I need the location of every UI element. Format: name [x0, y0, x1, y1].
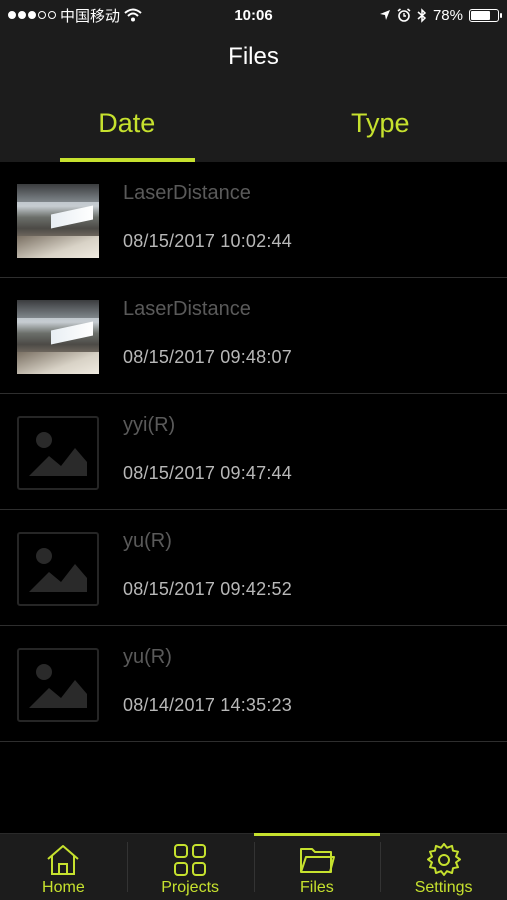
- list-item[interactable]: yyi(R) 08/15/2017 09:47:44: [0, 394, 507, 510]
- battery-percent: 78%: [432, 6, 463, 24]
- navigation-bar: Files: [0, 30, 507, 84]
- tab-settings[interactable]: Settings: [380, 834, 507, 900]
- sort-tabs: Date Type: [0, 84, 507, 162]
- file-name: LaserDistance: [123, 298, 251, 320]
- tab-projects[interactable]: Projects: [126, 834, 254, 900]
- file-date: 08/14/2017 14:35:23: [123, 695, 292, 715]
- grid-icon: [174, 844, 207, 876]
- list-item[interactable]: LaserDistance 08/15/2017 09:48:07: [0, 278, 507, 394]
- file-name: yu(R): [123, 530, 172, 552]
- file-date: 08/15/2017 10:02:44: [123, 231, 292, 251]
- gear-icon: [426, 843, 461, 876]
- image-placeholder-icon: [17, 532, 99, 606]
- carrier-name: 中国移动: [60, 7, 121, 25]
- alarm-icon: [397, 8, 411, 22]
- tab-settings-label: Settings: [414, 879, 473, 896]
- image-placeholder-icon: [17, 416, 99, 490]
- location-arrow-icon: [379, 10, 390, 20]
- tab-files[interactable]: Files: [253, 833, 381, 900]
- file-name: LaserDistance: [123, 182, 251, 204]
- tab-type[interactable]: Type: [254, 84, 507, 162]
- image-placeholder-icon: [17, 648, 99, 722]
- file-thumbnail: [17, 184, 99, 258]
- list-item[interactable]: LaserDistance 08/15/2017 10:02:44: [0, 162, 507, 278]
- tab-date-label: Date: [98, 107, 156, 138]
- bottom-tab-bar: Home Projects Files Settings: [0, 833, 507, 900]
- file-name: yyi(R): [123, 414, 176, 436]
- status-bar: 中国移动 10:06 78%: [0, 0, 507, 30]
- file-list: LaserDistance 08/15/2017 10:02:44 LaserD…: [0, 162, 507, 742]
- tab-home[interactable]: Home: [0, 834, 127, 900]
- tab-files-label: Files: [299, 879, 334, 896]
- tab-projects-label: Projects: [161, 879, 220, 896]
- file-name: yu(R): [123, 646, 172, 668]
- file-date: 08/15/2017 09:48:07: [123, 347, 292, 367]
- home-icon: [47, 845, 80, 875]
- tab-type-label: Type: [350, 107, 410, 138]
- file-date: 08/15/2017 09:42:52: [123, 579, 292, 599]
- signal-strength-icon: [8, 11, 56, 19]
- bluetooth-icon: [417, 7, 427, 23]
- page-title: Files: [228, 43, 279, 70]
- folder-icon: [299, 848, 335, 873]
- list-item[interactable]: yu(R) 08/15/2017 09:42:52: [0, 510, 507, 626]
- list-item[interactable]: yu(R) 08/14/2017 14:35:23: [0, 626, 507, 742]
- tab-date[interactable]: Date: [0, 84, 254, 162]
- tab-home-label: Home: [42, 879, 85, 896]
- file-date: 08/15/2017 09:47:44: [123, 463, 292, 483]
- wifi-icon: [124, 8, 142, 22]
- battery-icon: [469, 8, 502, 22]
- file-thumbnail: [17, 300, 99, 374]
